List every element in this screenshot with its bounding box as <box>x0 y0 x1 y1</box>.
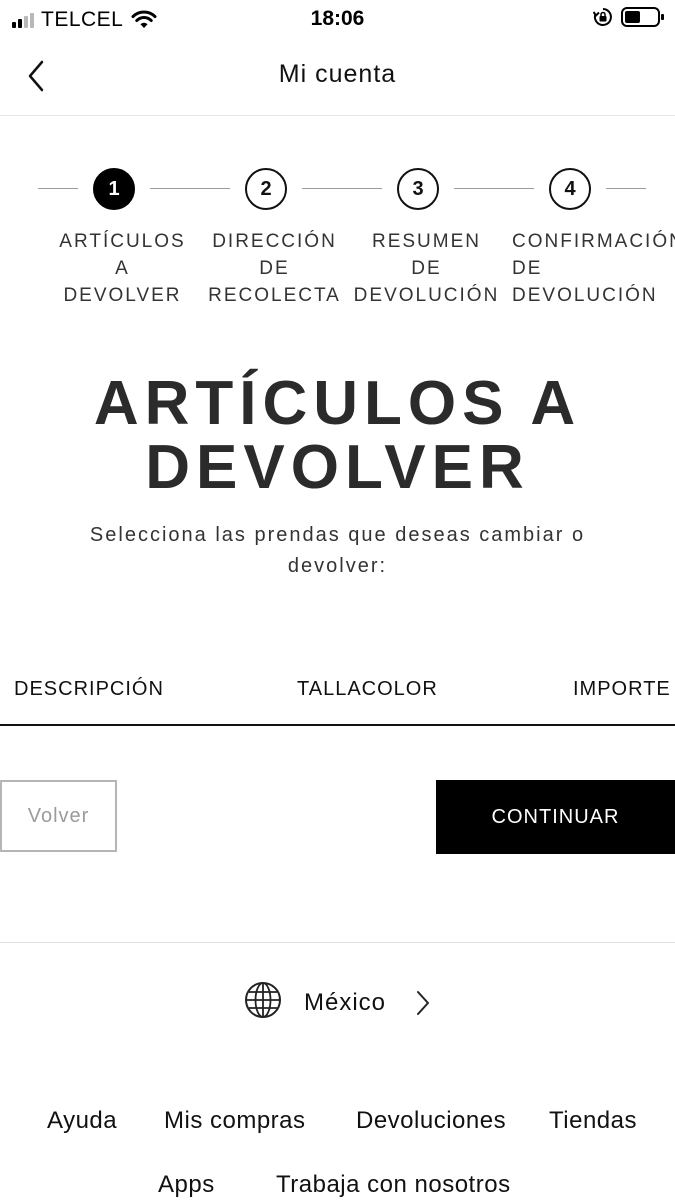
items-table-header: DESCRIPCIÓN TALLACOLOR IMPORTE <box>0 660 675 726</box>
rotation-lock-icon <box>593 8 612 26</box>
step-1-indicator: 1 <box>93 168 135 210</box>
column-header-size-color: TALLACOLOR <box>297 678 438 700</box>
page-title: Mi cuenta <box>278 60 397 88</box>
step-4-indicator: 4 <box>549 168 591 210</box>
footer-link-my-purchases[interactable]: Mis compras <box>164 1107 306 1135</box>
footer-link-stores[interactable]: Tiendas <box>549 1107 637 1135</box>
step-3-label: RESUMEN DE DEVOLUCIÓN <box>353 231 500 306</box>
footer-divider <box>0 942 675 943</box>
step-2-indicator: 2 <box>245 168 287 210</box>
step-connector <box>606 188 646 189</box>
footer-link-help[interactable]: Ayuda <box>47 1107 117 1135</box>
column-header-description: DESCRIPCIÓN <box>14 678 164 700</box>
step-connector <box>302 188 382 189</box>
nav-bar: Mi cuenta <box>0 38 675 116</box>
continue-button[interactable]: CONTINUAR <box>436 780 675 854</box>
back-step-button[interactable]: Volver <box>0 780 117 852</box>
battery-icon <box>621 7 664 27</box>
status-time: 18:06 <box>310 7 365 30</box>
column-header-amount: IMPORTE <box>573 678 671 700</box>
status-bar: TELCEL 18:06 <box>0 0 675 38</box>
step-2-label: DIRECCIÓN DE RECOLECTA <box>208 231 341 306</box>
status-right <box>593 6 665 28</box>
globe-icon <box>245 982 281 1018</box>
footer-link-returns[interactable]: Devoluciones <box>356 1107 506 1135</box>
step-connector <box>150 188 230 189</box>
country-selector[interactable]: México <box>0 975 675 1031</box>
section-subtitle: Selecciona las prendas que deseas cambia… <box>89 524 586 577</box>
step-1-label: ARTÍCULOS A DEVOLVER <box>59 231 186 306</box>
footer-link-apps[interactable]: Apps <box>158 1171 215 1199</box>
step-connector <box>454 188 534 189</box>
chevron-right-icon <box>417 991 429 1015</box>
step-connector <box>38 188 78 189</box>
country-name: México <box>304 989 387 1016</box>
footer-link-careers[interactable]: Trabaja con nosotros <box>276 1171 511 1199</box>
step-3-indicator: 3 <box>397 168 439 210</box>
step-4-label: CONFIRMACIÓN DE DEVOLUCIÓN <box>512 231 675 306</box>
section-heading: ARTÍCULOS A DEVOLVER <box>93 369 582 502</box>
progress-stepper: 1 2 3 4 ARTÍCULOS A DEVOLVER DIRECCIÓN D… <box>0 160 675 320</box>
